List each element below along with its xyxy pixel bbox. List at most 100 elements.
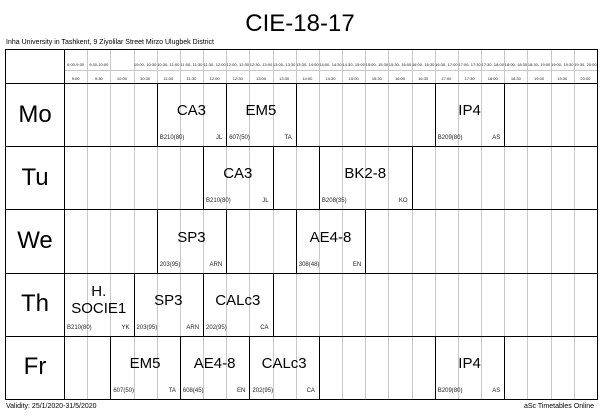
lesson-subject: AE4-8 (193, 354, 236, 372)
time-slot-end: 11:30 (186, 76, 197, 81)
slot-gridline (87, 49, 88, 399)
time-slot-end: 18:30 (510, 76, 521, 81)
lesson-subject: CA3 (176, 102, 207, 120)
time-slot-end: 12:00 (209, 76, 220, 81)
time-slot-label: 17:30- 18:00 (481, 62, 504, 67)
time-slot-label: 10:00- 10:30 (133, 62, 157, 67)
software-credit: aSc Timetables Online (523, 403, 594, 410)
time-slot-end: 15:30 (371, 76, 382, 81)
day-label-we: We (17, 227, 53, 254)
day-row-divider (5, 146, 597, 147)
time-slot-end: 10:00 (116, 76, 127, 81)
time-slot-end: 13:30 (279, 76, 290, 81)
time-slot-label: 13:00- 13:30 (272, 62, 296, 67)
time-slot-end: 12:30 (232, 76, 243, 81)
lesson-subject: EM5 (129, 354, 161, 372)
day-label-tu: Tu (21, 163, 49, 191)
time-slot-end: 20:00 (580, 76, 591, 81)
day-label-mo: Mo (18, 100, 52, 128)
lesson-teacher: ARN (186, 324, 200, 331)
time-slot-label: 11:00- 11:30 (180, 62, 203, 67)
time-slot-label: 6:00-9:30 (67, 62, 85, 67)
day-label-fr: Fr (23, 353, 47, 381)
time-slot-end: 15:00 (348, 76, 359, 81)
timetable-grid: 6:00-9:30 9:00 9:30-10:00 9:30 10:00 10:00- 1… (0, 0, 600, 417)
slot-gridline (412, 49, 413, 399)
lesson-subject: SP3 (177, 228, 206, 246)
time-slot-label: 16:30- 17:00 (435, 62, 458, 67)
time-slot-label: 19:00- 19:30 (550, 62, 574, 67)
slot-gridline (134, 49, 135, 399)
lesson-subject: CALc3 (215, 291, 261, 309)
day-row-divider (5, 336, 597, 337)
slot-gridline (388, 49, 389, 399)
time-slot-end: 14:00 (302, 76, 313, 81)
time-slot-end: 16:30 (418, 76, 429, 81)
slot-gridline (551, 49, 552, 399)
time-slot-label: 14:00- 14:30 (319, 62, 342, 67)
day-row-divider (5, 209, 597, 210)
header-divider (64, 70, 597, 71)
lesson-teacher: TA (168, 388, 176, 394)
lesson-subject: IP4 (458, 102, 481, 120)
lesson-subject: SP3 (154, 291, 183, 309)
time-slot-label: 15:00- 15:30 (365, 62, 389, 67)
time-slot-end: 17:00 (441, 76, 452, 81)
lesson-subject: EM5 (245, 102, 277, 120)
lesson-border (273, 272, 274, 336)
time-slot-label: 17:00- 17:30 (458, 62, 481, 67)
table-border-top (5, 49, 598, 50)
time-slot-label: 12:00- 12:30 (226, 62, 250, 67)
header-bottom-line (5, 83, 597, 84)
lesson-teacher: JL (262, 198, 269, 205)
lesson-teacher: KO (398, 198, 408, 205)
slot-gridline (342, 49, 343, 399)
day-column-divider (64, 49, 65, 399)
time-slot-end: 19:00 (534, 76, 545, 81)
time-slot-label: 16:00- 16:30 (411, 62, 435, 67)
time-slot-label: 11:30- 12:00 (203, 62, 226, 67)
time-slot-label: 13:30- 14:00 (296, 62, 319, 67)
time-slot-label: 10:30- 11:00 (157, 62, 180, 67)
lesson-subject: H. SOCIE1 (71, 283, 127, 318)
time-slot-end: 9:00 (71, 76, 80, 81)
lesson-subject: IP4 (458, 354, 481, 372)
time-slot-end: 17:30 (464, 76, 475, 81)
lesson-teacher: EN (352, 261, 362, 268)
time-slot-end: 19:30 (557, 76, 568, 81)
day-row-divider (5, 273, 597, 274)
lesson-teacher: YK (121, 324, 130, 331)
lesson-subject: BK2-8 (344, 165, 387, 183)
time-slot-end: 9:30 (94, 76, 103, 81)
table-border-bottom (5, 399, 598, 400)
slot-gridline (574, 49, 575, 399)
slot-gridline (527, 49, 528, 399)
lesson-teacher: ARN (209, 261, 223, 268)
lesson-teacher: AS (492, 388, 501, 394)
time-slot-end: 16:00 (395, 76, 406, 81)
time-slot-label: 18:30- 19:00 (527, 62, 551, 67)
time-slot-end: 13:00 (255, 76, 266, 81)
lesson-subject: CALc3 (261, 354, 307, 372)
time-slot-end: 10:30 (140, 76, 151, 81)
lesson-border (412, 146, 413, 210)
time-slot-end: 14:30 (325, 76, 336, 81)
validity-period: Validity: 25/1/2020-31/5/2020 (6, 403, 97, 410)
lesson-teacher: CA (260, 324, 269, 331)
lesson-teacher: JL (215, 135, 223, 142)
time-slot-label: 15:30- 16:00 (388, 62, 412, 67)
time-slot-label: 18:00- 18:30 (504, 62, 528, 67)
time-slot-label: 9:30-10:00 (89, 62, 109, 67)
lesson-teacher: TA (284, 135, 292, 142)
lesson-teacher: EN (237, 388, 246, 394)
lesson-border (319, 335, 320, 399)
time-slot-end: 18:00 (487, 76, 498, 81)
time-slot-end: 11:00 (163, 76, 174, 81)
lesson-subject: AE4-8 (309, 228, 352, 246)
lesson-subject: CA3 (223, 165, 253, 183)
time-slot-label: 12:30- 13:00 (249, 62, 273, 67)
day-label-th: Th (20, 290, 49, 318)
lesson-teacher: CA (306, 388, 315, 394)
time-slot-label: 19:30- 20:00 (574, 62, 597, 67)
time-slot-label: 14:30- 15:00 (342, 62, 365, 67)
